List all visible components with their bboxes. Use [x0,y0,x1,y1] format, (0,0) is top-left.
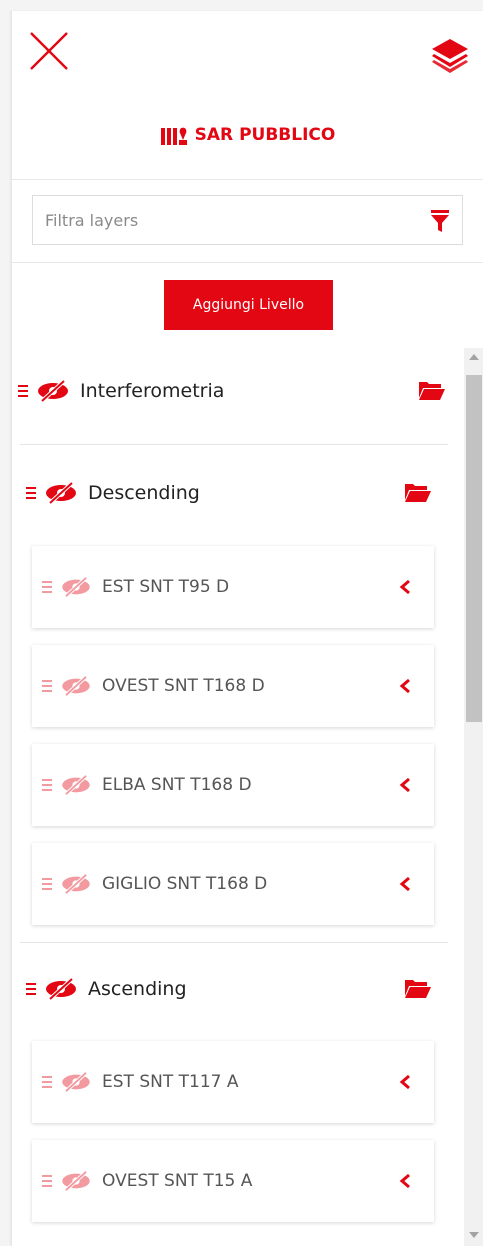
drag-handle-icon[interactable] [42,680,52,692]
layers-icon[interactable] [430,37,470,73]
layer-item[interactable]: OVEST SNT T15 A [32,1140,434,1222]
scroll-thumb[interactable] [466,375,482,722]
panel-title-text: SAR PUBBLICO [194,125,336,145]
divider [12,262,483,263]
layer-item[interactable]: GIGLIO SNT T168 D [32,843,434,925]
panel-title: SAR PUBBLICO [12,121,483,149]
chevron-left-icon[interactable] [398,875,412,893]
chevron-left-icon[interactable] [398,677,412,695]
close-icon[interactable] [29,31,69,71]
drag-handle-icon[interactable] [42,1175,52,1187]
folder-open-icon[interactable] [405,482,431,502]
filter-field [32,195,463,245]
scroll-down-arrow-icon[interactable] [469,1232,479,1238]
layer-item[interactable]: OVEST SNT T168 D [32,645,434,727]
drag-handle-icon[interactable] [26,983,36,995]
filter-icon[interactable] [430,210,450,232]
group-row-descending[interactable]: Descending [26,473,200,513]
layer-item[interactable]: ELBA SNT T168 D [32,744,434,826]
group-label: Interferometria [80,380,225,402]
group-label: Descending [88,482,200,504]
drag-handle-icon[interactable] [42,1076,52,1088]
divider [20,444,448,445]
folder-open-icon[interactable] [405,978,431,998]
divider [20,942,448,943]
scroll-up-arrow-icon[interactable] [469,354,479,360]
drag-handle-icon[interactable] [42,878,52,890]
eye-slash-icon[interactable] [44,481,78,505]
group-label: Ascending [88,978,187,1000]
drag-handle-icon[interactable] [42,779,52,791]
divider [12,179,483,180]
map-layers-icon [160,127,187,145]
eye-slash-icon[interactable] [60,675,92,697]
layer-item[interactable]: EST SNT T117 A [32,1041,434,1123]
layer-item[interactable]: EST SNT T95 D [32,546,434,628]
layers-panel: SAR PUBBLICO Aggiungi Livello Interferom… [11,11,483,1246]
chevron-left-icon[interactable] [398,1172,412,1190]
layer-label: OVEST SNT T15 A [102,1171,253,1191]
add-layer-button[interactable]: Aggiungi Livello [164,280,333,330]
eye-slash-icon[interactable] [60,873,92,895]
drag-handle-icon[interactable] [42,581,52,593]
layer-label: ELBA SNT T168 D [102,775,252,795]
chevron-left-icon[interactable] [398,1073,412,1091]
chevron-left-icon[interactable] [398,776,412,794]
layer-label: EST SNT T95 D [102,577,230,597]
group-row-interferometria[interactable]: Interferometria [18,371,224,411]
chevron-left-icon[interactable] [398,578,412,596]
layer-label: OVEST SNT T168 D [102,676,265,696]
drag-handle-icon[interactable] [18,385,28,397]
eye-slash-icon[interactable] [44,977,78,1001]
drag-handle-icon[interactable] [26,487,36,499]
tree-scrollbar[interactable] [464,348,483,1246]
folder-open-icon[interactable] [419,380,445,400]
layer-tree: Interferometria Descending EST SNT T95 D… [12,348,464,1246]
eye-slash-icon[interactable] [36,379,70,403]
layer-label: EST SNT T117 A [102,1072,239,1092]
filter-input[interactable] [33,196,413,244]
eye-slash-icon[interactable] [60,1071,92,1093]
eye-slash-icon[interactable] [60,1170,92,1192]
eye-slash-icon[interactable] [60,774,92,796]
layer-label: GIGLIO SNT T168 D [102,874,268,894]
eye-slash-icon[interactable] [60,576,92,598]
group-row-ascending[interactable]: Ascending [26,969,187,1009]
